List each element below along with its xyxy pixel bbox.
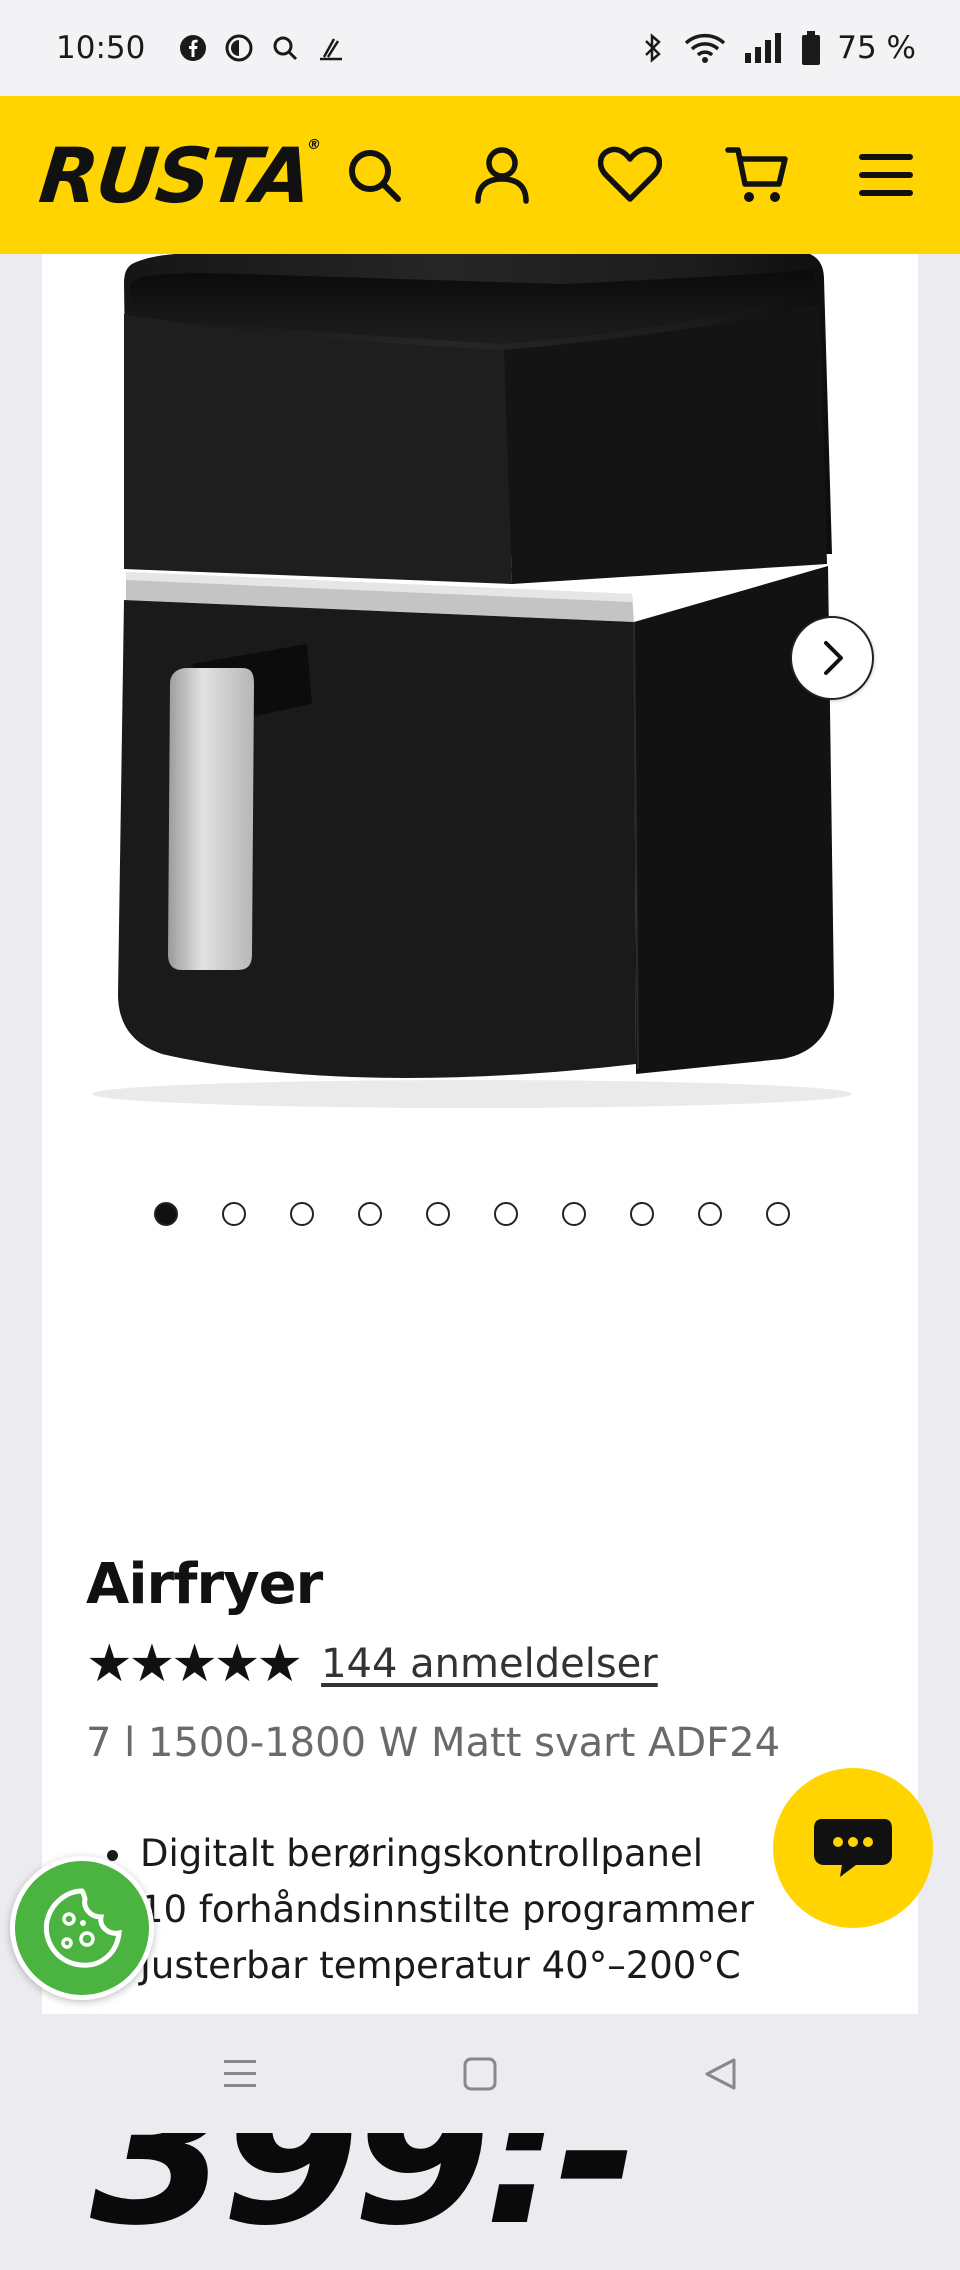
search-icon [348,150,401,202]
recent-apps-icon [224,2059,256,2087]
product-image[interactable] [42,254,918,1134]
battery-icon [799,31,823,65]
recent-apps-button[interactable] [200,2034,280,2114]
status-time: 10:50 [56,30,146,66]
ski-icon [315,32,347,64]
search-icon [269,32,301,64]
home-icon [463,2057,497,2090]
home-button[interactable] [440,2034,520,2114]
app-icon [223,32,255,64]
rusta-logo[interactable]: RUSTA ® [35,130,319,220]
status-bar-right: 75 % [637,30,916,66]
bluetooth-icon [637,32,669,64]
status-bar-left: 10:50 [56,30,347,66]
back-icon [705,2058,736,2089]
site-header: RUSTA ® [0,96,960,254]
chevron-right-icon [824,641,843,675]
wifi-icon [683,32,727,64]
status-bar: 10:50 75 % [0,0,960,96]
reviews-link[interactable]: 144 anmeldelser [321,1641,658,1687]
product-subtitle: 7 l 1500-1800 W Matt svart ADF24 [86,1720,781,1766]
airfryer-image [92,254,852,1108]
feature-item: 10 forhåndsinnstilte programmer [136,1882,754,1938]
gallery-dot[interactable] [494,1202,518,1226]
menu-icon [858,154,913,196]
system-navigation-bar [0,2014,960,2133]
back-button[interactable] [680,2034,760,2114]
feature-item: Digitalt berøringskontrollpanel [136,1826,754,1882]
gallery-dot[interactable] [562,1202,586,1226]
rating-stars: ★★★★★ [86,1634,303,1694]
gallery-dot[interactable] [154,1202,178,1226]
gallery-dot[interactable] [698,1202,722,1226]
cart-button[interactable] [694,125,822,225]
gallery-dot[interactable] [290,1202,314,1226]
cart-icon [724,147,788,202]
wishlist-button[interactable] [566,125,694,225]
gallery-dot[interactable] [222,1202,246,1226]
gallery-dot[interactable] [630,1202,654,1226]
product-features: Digitalt berøringskontrollpanel 10 forhå… [86,1826,754,1994]
gallery-dot[interactable] [426,1202,450,1226]
product-rating: ★★★★★ 144 anmeldelser [86,1638,658,1690]
cookie-settings-button[interactable] [10,1856,154,2000]
gallery-pagination [154,1202,790,1226]
account-icon [474,147,529,204]
logo-text: RUSTA [35,130,315,220]
header-actions [310,125,950,225]
cookie-icon [43,1888,122,1968]
product-title: Airfryer [86,1552,323,1617]
product-card: Airfryer ★★★★★ 144 anmeldelser 7 l 1500-… [42,254,918,2254]
search-button[interactable] [310,125,438,225]
feature-item: Justerbar temperatur 40°–200°C [136,1938,754,1994]
chat-bubble-icon [814,1819,892,1877]
account-button[interactable] [438,125,566,225]
signal-icon [741,32,785,64]
heart-icon [597,146,662,202]
facebook-icon [177,32,209,64]
gallery-dot[interactable] [358,1202,382,1226]
gallery-next-button[interactable] [790,616,874,700]
chat-button[interactable] [773,1768,933,1928]
menu-button[interactable] [822,125,950,225]
logo-registered-mark: ® [306,136,320,153]
battery-percentage: 75 % [837,30,916,66]
gallery-dot[interactable] [766,1202,790,1226]
